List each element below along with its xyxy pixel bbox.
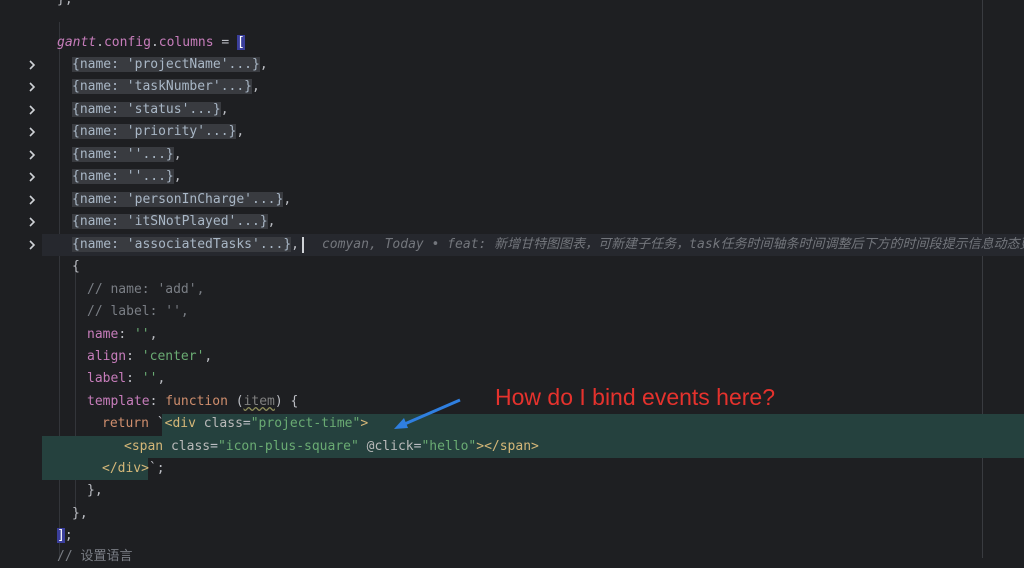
folded-region[interactable]: {name: 'associatedTasks'...} (72, 237, 292, 252)
comma: , (173, 147, 182, 162)
comma: , (267, 214, 276, 229)
comma: , (283, 192, 292, 207)
chevron-right-icon[interactable] (22, 54, 42, 76)
function-keyword: function (165, 394, 228, 409)
attribute-value: "icon-plus-square" (217, 439, 359, 454)
click-attribute: @click (366, 439, 414, 454)
html-tag: <div (164, 416, 196, 431)
comma: , (259, 57, 268, 72)
code-line: // name: 'add', (87, 279, 204, 301)
code-text: ) { (274, 394, 299, 409)
string-value: '' (141, 371, 158, 386)
folded-region[interactable]: {name: 'priority'...} (72, 124, 237, 139)
return-keyword: return (102, 416, 149, 431)
attribute-value: "hello" (421, 439, 477, 454)
code-line-template: template: function (item) { (87, 394, 299, 409)
code-text: }; (57, 0, 73, 7)
chevron-right-icon[interactable] (22, 76, 42, 98)
comma: , (173, 169, 182, 184)
code-line: label: '', (87, 371, 166, 386)
html-tag: ></span> (476, 439, 539, 454)
folded-region[interactable]: {name: 'status'...} (72, 102, 221, 117)
chevron-right-icon[interactable] (22, 121, 42, 143)
open-brace: { (72, 259, 80, 274)
code-line-span: <span class="icon-plus-square" @click="h… (124, 439, 539, 454)
close-bracket: ] (57, 528, 65, 543)
code-line-columns: gantt.config.columns = [ (57, 32, 245, 54)
comma: , (236, 124, 245, 139)
question-annotation: How do I bind events here? (495, 384, 776, 410)
arrow-icon (394, 398, 461, 429)
folded-line[interactable]: {name: 'priority'...}, (72, 121, 244, 143)
chevron-right-icon[interactable] (22, 211, 42, 233)
columns-property: columns (158, 35, 214, 50)
text-cursor (301, 236, 304, 253)
comma: , (291, 237, 299, 252)
folded-line[interactable]: {name: 'personInCharge'...}, (72, 189, 291, 211)
property-key: align (87, 349, 127, 364)
folded-line[interactable]: {name: 'projectName'...}, (72, 54, 268, 76)
comma: , (252, 79, 260, 94)
property-key: name (87, 327, 119, 342)
right-margin-guide (982, 0, 983, 558)
folded-line[interactable]: {name: 'status'...}, (72, 99, 229, 121)
code-text: }, (87, 483, 103, 498)
comma: , (220, 102, 229, 117)
folded-line-current[interactable]: {name: 'associatedTasks'...}, comyan, Tod… (72, 234, 1024, 256)
code-line: }, (72, 503, 88, 525)
code-line: // label: '', (87, 301, 189, 323)
code-line: </div>`; (102, 461, 165, 476)
code-line: // 设置语言 (57, 546, 132, 568)
assign-operator: = (213, 35, 238, 50)
property-key: label (87, 371, 127, 386)
code-line: ]; (57, 525, 73, 547)
comment: // label: '', (87, 304, 189, 319)
string-value: '' (133, 327, 150, 342)
open-bracket: [ (237, 35, 245, 50)
code-line: align: 'center', (87, 349, 213, 364)
chevron-right-icon[interactable] (22, 99, 42, 121)
comment: // name: 'add', (87, 282, 205, 297)
folded-line[interactable]: {name: ''...}, (72, 166, 182, 188)
git-blame-annotation[interactable]: comyan, Today • feat: 新增甘特图图表，可新建子任务，tas… (322, 237, 1024, 252)
code-line-return: return `<div class="project-time"> (102, 416, 369, 431)
dot: . (96, 35, 104, 50)
folded-line[interactable]: {name: 'taskNumber'...}, (72, 76, 260, 98)
folded-region[interactable]: {name: ''...} (72, 169, 174, 184)
code-editor[interactable]: }; gantt.config.columns = [ {name: 'proj… (42, 0, 1024, 564)
html-attribute: class (170, 439, 211, 454)
code-line: }, (87, 480, 103, 502)
comment: // 设置语言 (57, 549, 133, 564)
code-text: }, (72, 506, 88, 521)
dot: . (150, 35, 159, 50)
folded-line[interactable]: {name: 'itSNotPlayed'...}, (72, 211, 276, 233)
property-key: template (87, 394, 150, 409)
chevron-right-icon[interactable] (22, 166, 42, 188)
html-tag: </div> (102, 461, 149, 476)
folded-region[interactable]: {name: 'itSNotPlayed'...} (72, 214, 268, 229)
string-value: 'center' (141, 349, 205, 364)
folded-region[interactable]: {name: 'projectName'...} (72, 57, 260, 72)
chevron-right-icon[interactable] (22, 189, 42, 211)
folded-region[interactable]: {name: ''...} (72, 147, 174, 162)
config-property: config (103, 35, 151, 50)
code-line: name: '', (87, 327, 158, 342)
folded-line[interactable]: {name: ''...}, (72, 144, 182, 166)
chevron-right-icon[interactable] (22, 144, 42, 166)
chevron-right-icon[interactable] (22, 234, 42, 256)
html-attribute: class (203, 416, 243, 431)
semicolon: ; (64, 528, 73, 543)
html-tag: <span (124, 439, 164, 454)
code-line: { (72, 256, 80, 278)
gantt-identifier: gantt (57, 35, 97, 50)
folded-region[interactable]: {name: 'personInCharge'...} (72, 192, 284, 207)
folded-region[interactable]: {name: 'taskNumber'...} (72, 79, 253, 94)
parameter: item (243, 394, 275, 409)
attribute-value: "project-time" (250, 416, 361, 431)
code-line: }; (57, 0, 73, 11)
